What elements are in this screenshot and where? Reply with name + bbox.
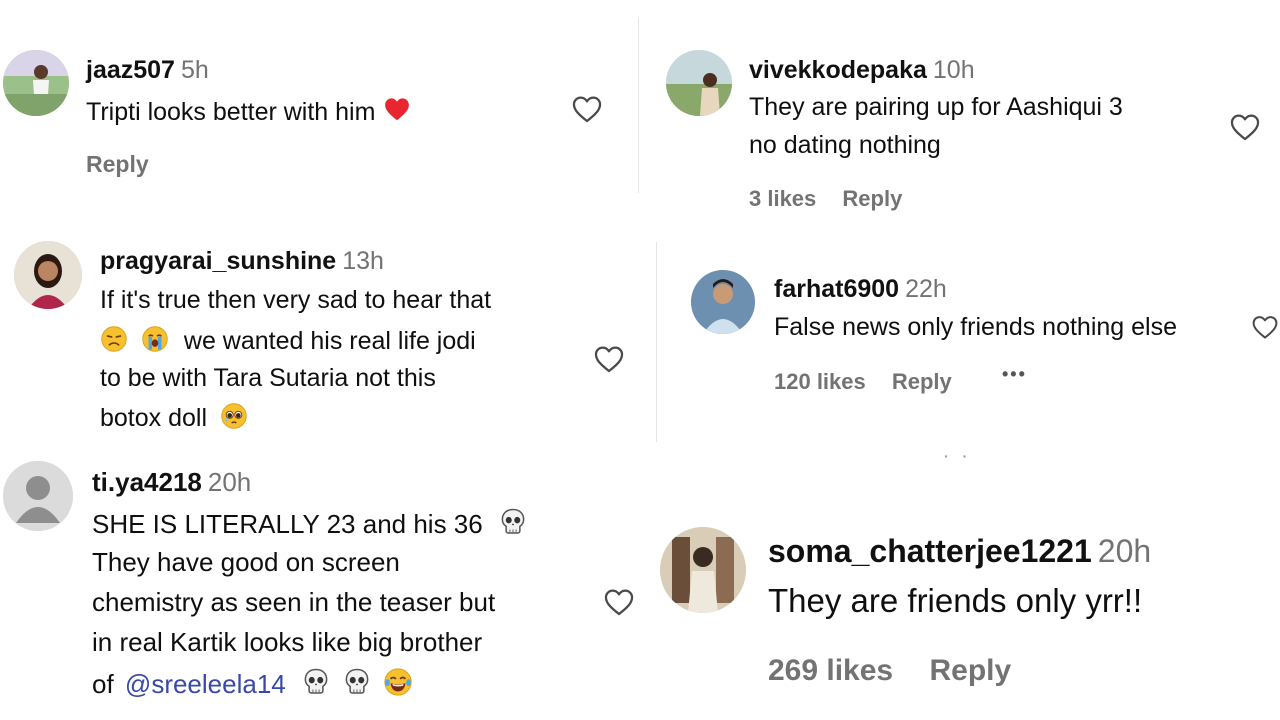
heart-outline-icon [1228,110,1262,144]
comment-actions: 120 likes Reply [774,369,952,395]
comment-header: soma_chatterjee1221 20h [768,533,1151,570]
avatar[interactable] [660,527,746,613]
comment-header: jaaz507 5h [86,56,209,85]
timestamp[interactable]: 5h [181,56,209,84]
comment-actions: Reply [86,151,149,178]
comment-text-line-2: we wanted his real life jodi [100,325,476,360]
timestamp[interactable]: 20h [1098,533,1151,569]
comment-text: Tripti looks better with him [86,94,412,131]
likes-count[interactable]: 269 likes [768,654,893,688]
loudly-crying-emoji [141,325,169,360]
comment-text-line-1: SHE IS LITERALLY 23 and his 36 [92,507,528,544]
avatar[interactable] [3,461,73,531]
comment-text-line-3: to be with Tara Sutaria not this [100,364,436,392]
comment-text-line-3: chemistry as seen in the teaser but [92,587,496,617]
avatar[interactable] [666,50,732,116]
avatar[interactable] [14,241,82,309]
comment-header: ti.ya4218 20h [92,467,251,498]
column-divider-top [638,18,639,193]
like-button[interactable] [570,92,604,126]
like-button[interactable] [592,342,626,376]
like-button[interactable] [1228,110,1262,144]
comment-text: They are friends only yrr!! [768,582,1143,619]
avatar[interactable] [3,50,69,116]
heart-outline-icon [592,342,626,376]
comment-text-line-5: of @sreeleela14 [92,667,413,704]
timestamp[interactable]: 13h [342,247,384,275]
skull-emoji [342,667,372,704]
like-button[interactable] [1250,310,1280,344]
heart-outline-icon [1250,310,1280,344]
heart-outline-icon [602,585,636,619]
default-avatar-icon [3,461,73,531]
timestamp[interactable]: 22h [905,275,947,303]
unamused-face-emoji [100,325,128,360]
username[interactable]: farhat6900 [774,275,899,303]
likes-count[interactable]: 120 likes [774,369,866,395]
comment-text-line-1: If it's true then very sad to hear that [100,286,492,314]
timestamp[interactable]: 10h [933,56,975,84]
tears-of-joy-emoji [383,667,413,704]
red-heart-emoji [382,94,412,131]
comment-text-line-2: no dating nothing [749,131,941,159]
comment-text-line-4: in real Kartik looks like big brother [92,627,483,657]
like-button[interactable] [602,585,636,619]
likes-count[interactable]: 3 likes [749,186,816,212]
separator-marks: · · [944,448,970,464]
comment-actions: 269 likes Reply [768,654,1011,688]
comment-header: farhat6900 22h [774,275,947,304]
heart-outline-icon [570,92,604,126]
username[interactable]: soma_chatterjee1221 [768,533,1092,569]
username[interactable]: vivekkodepaka [749,56,927,84]
reply-button[interactable]: Reply [929,654,1011,688]
column-divider-middle [656,242,657,442]
comment-text-line-1: They are pairing up for Aashiqui 3 [749,93,1123,121]
reply-button[interactable]: Reply [892,369,952,395]
username[interactable]: pragyarai_sunshine [100,247,336,275]
reply-button[interactable]: Reply [86,151,149,178]
comment-text-line-4: botox doll [100,402,248,437]
username[interactable]: jaaz507 [86,56,175,84]
avatar[interactable] [691,270,755,334]
more-options-button[interactable]: ••• [1002,364,1027,385]
skull-emoji [498,507,528,544]
comment-text: False news only friends nothing else [774,313,1178,341]
comment-header: pragyarai_sunshine 13h [100,247,384,276]
comment-actions: 3 likes Reply [749,186,902,212]
username[interactable]: ti.ya4218 [92,467,202,497]
comment-header: vivekkodepaka 10h [749,56,975,85]
pleading-face-emoji [220,402,248,437]
reply-button[interactable]: Reply [842,186,902,212]
mention-link[interactable]: @sreeleela14 [125,669,286,699]
comment-text-line-2: They have good on screen [92,547,400,577]
skull-emoji [301,667,331,704]
timestamp[interactable]: 20h [208,467,251,497]
